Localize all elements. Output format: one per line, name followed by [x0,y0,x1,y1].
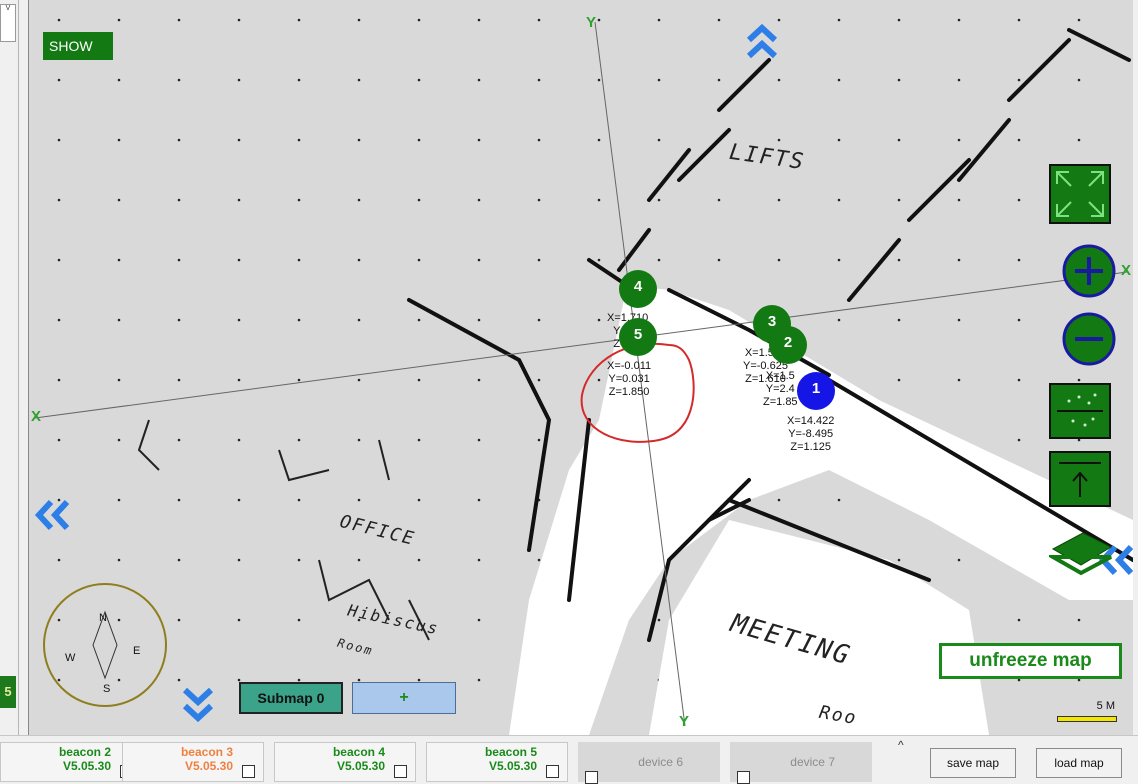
device-card-beacon-2[interactable]: beacon 2 V5.05.30 [0,742,142,782]
device-card-device-7[interactable]: device 7 [730,742,872,784]
left-panel-badge[interactable]: 5 [0,676,16,708]
compass-east: E [133,645,141,657]
zoom-out-button[interactable] [1061,311,1117,367]
device-card-beacon-4[interactable]: beacon 4 V5.05.30 [274,742,416,782]
device-name: beacon 5 [484,745,537,759]
double-chevron-up-icon [746,23,778,59]
pan-left-button[interactable] [31,498,73,532]
device-version: V5.05.30 [488,759,537,773]
pan-up-button[interactable] [745,20,779,62]
scale-bar-fill [1057,716,1117,722]
left-panel-strip: V 5 [0,0,19,735]
plus-circle-icon [1062,244,1116,298]
beacon-coord-2: X=1.5 Y=2.4 Z=1.85 [763,370,798,408]
device-version: V5.05.30 [184,759,233,773]
device-card-device-6[interactable]: device 6 [578,742,720,784]
device-name: beacon 3 [180,745,233,759]
device-name: device 7 [790,755,835,769]
map-canvas[interactable]: SHOW Y Y X X LIFTS OFFICE Hibiscus Room … [28,0,1133,735]
device-coord-1: X=14.422 Y=-8.495 Z=1.125 [787,415,835,453]
arrow-up-to-line-icon [1049,451,1111,507]
pan-down-button[interactable] [181,684,215,726]
minus-circle-icon [1062,312,1116,366]
compass-south: S [103,683,111,695]
submap-button[interactable]: Submap 0 [239,682,343,714]
layers-icon [1045,532,1113,576]
device-checkbox[interactable] [585,771,598,784]
device-name: beacon 4 [332,745,385,759]
add-submap-button[interactable]: + [352,682,456,714]
compass-west: W [65,652,76,664]
expand-icon [1049,164,1111,224]
device-name: device 6 [638,755,683,769]
floorplan-drawing [29,0,1133,735]
device-version: V5.05.30 [62,759,111,773]
device-bar: beacon 2 V5.05.30 beacon 3 V5.05.30 beac… [0,735,1138,784]
device-checkbox[interactable] [242,765,255,778]
double-chevron-down-icon [182,687,214,723]
device-checkbox[interactable] [737,771,750,784]
left-panel-control[interactable]: V [0,4,16,42]
x-axis-label-right: X [1121,262,1132,279]
device-node-1[interactable]: 1 [797,372,835,410]
device-checkbox[interactable] [546,765,559,778]
unfreeze-map-button[interactable]: unfreeze map [939,643,1122,679]
device-card-beacon-3[interactable]: beacon 3 V5.05.30 [122,742,264,782]
device-card-beacon-5[interactable]: beacon 5 V5.05.30 [426,742,568,782]
scatter-dots-icon [1049,383,1111,439]
show-button[interactable]: SHOW [43,32,113,60]
device-version: V5.05.30 [336,759,385,773]
device-checkbox[interactable] [394,765,407,778]
compass-north: N [99,612,107,624]
layers-button[interactable] [1045,527,1113,581]
zoom-in-button[interactable] [1061,243,1117,299]
align-top-button[interactable] [1049,451,1111,507]
y-axis-label-top: Y [586,14,597,31]
beacon-node-5[interactable]: 5 [619,318,657,356]
scroll-up-icon[interactable]: ^ [898,738,904,752]
scale-label: 5 M [1096,700,1115,712]
y-axis-label-bottom: Y [679,713,690,730]
device-name: beacon 2 [58,745,111,759]
fullscreen-button[interactable] [1049,164,1111,224]
beacon-node-4[interactable]: 4 [619,270,657,308]
x-axis-label-left: X [31,408,42,425]
scale-bar: 5 M [1057,700,1123,724]
toggle-points-button[interactable] [1049,383,1111,439]
beacon-coord-5: X=-0.011 Y=0.031 Z=1.850 [607,360,652,398]
double-chevron-left-icon [34,499,70,531]
beacon-node-2[interactable]: 2 [769,326,807,364]
